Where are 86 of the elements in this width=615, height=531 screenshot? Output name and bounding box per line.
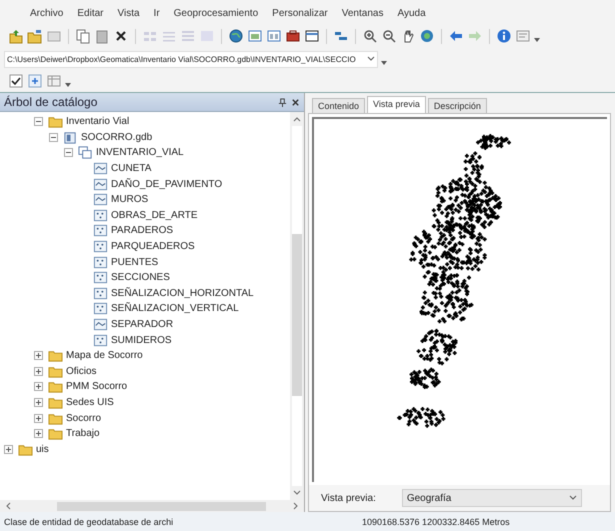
add-icon[interactable] (27, 73, 43, 89)
tree-item[interactable]: OBRAS_DE_ARTE (111, 210, 198, 221)
point-feature-class-icon (93, 332, 108, 348)
catalog-window-icon[interactable] (266, 28, 282, 44)
location-field[interactable]: C:\Users\Deiwer\Dropbox\Geomatica\Inventario Vial\SOCORRO.gdb\INVENTARIO_VIAL\SECCIO (4, 50, 378, 68)
menu-item[interactable]: Vista (117, 8, 140, 19)
expand-icon[interactable] (34, 429, 43, 438)
line-feature-class-icon (93, 176, 108, 192)
tree-item[interactable]: CUNETA (111, 163, 152, 174)
tree-item[interactable]: PUENTES (111, 256, 158, 268)
expand-icon[interactable] (34, 398, 43, 407)
panel-title: Árbol de catálogo (4, 95, 98, 109)
dropdown-icon (367, 55, 375, 63)
tree-item[interactable]: Oficios (66, 366, 97, 377)
tree-item[interactable]: DAÑO_DE_PAVIMENTO (111, 178, 222, 190)
tree-item[interactable]: PARADEROS (111, 225, 174, 236)
globe-icon[interactable] (228, 28, 244, 44)
menu-item[interactable]: Archivo (30, 8, 64, 19)
point-feature-class-icon (93, 270, 108, 286)
copy-icon[interactable] (75, 28, 91, 44)
expand-icon[interactable] (34, 382, 43, 392)
tree-item[interactable]: SEPARADOR (111, 319, 174, 330)
menu-item[interactable]: Ayuda (397, 8, 426, 19)
collapse-icon[interactable] (49, 132, 58, 142)
tree-item[interactable]: SEÑALIZACION_VERTICAL (111, 303, 239, 314)
scroll-left-icon[interactable] (4, 502, 12, 510)
map-window-icon[interactable] (247, 28, 263, 44)
line-feature-class-icon (93, 192, 108, 208)
expand-icon[interactable] (34, 351, 43, 360)
database-icon (63, 130, 78, 145)
preview-type-dropdown[interactable]: Geografía (402, 489, 582, 507)
collapse-icon[interactable] (64, 148, 73, 158)
collapse-icon[interactable] (34, 117, 43, 126)
tree-item[interactable]: INVENTARIO_VIAL (96, 147, 184, 158)
menu-item[interactable]: Editar (77, 8, 104, 19)
tree-item[interactable]: MUROS (111, 194, 148, 206)
tree-item[interactable]: PARQUEADEROS (111, 241, 195, 252)
pin-icon[interactable] (278, 98, 287, 106)
menu-item[interactable]: Personalizar (272, 8, 328, 19)
line-feature-class-icon (93, 161, 108, 176)
status-text: Clase de entidad de geodatabase de archi (3, 516, 174, 526)
toolbox-icon[interactable] (285, 28, 301, 44)
tree-item[interactable]: SUMIDEROS (111, 334, 172, 346)
check-icon[interactable] (8, 73, 24, 89)
tree-item[interactable]: SOCORRO.gdb (81, 132, 152, 143)
window-icon[interactable] (304, 28, 320, 44)
coordinates-text: 1090168.5376 1200332.8465 Metros (361, 516, 510, 526)
horizontal-scrollbar[interactable] (0, 500, 304, 512)
point-feature-class-icon (93, 239, 108, 254)
tab[interactable]: Descripción (428, 98, 487, 113)
tree-item[interactable]: Inventario Vial (66, 116, 130, 128)
menu-item[interactable]: Ventanas (342, 8, 384, 19)
line-feature-class-icon (93, 317, 108, 332)
up-folder-icon[interactable] (8, 28, 24, 44)
expand-icon[interactable] (34, 366, 43, 376)
point-feature-class-icon (93, 223, 108, 238)
tree-item[interactable]: Sedes UIS (66, 396, 114, 408)
point-feature-class-icon (93, 254, 108, 270)
menu-item[interactable]: Geoprocesamiento (174, 8, 258, 19)
tree-item[interactable]: uis (36, 444, 49, 455)
connect-folder-icon[interactable] (27, 28, 43, 44)
expand-icon[interactable] (34, 414, 43, 423)
scroll-down-icon[interactable] (293, 489, 301, 497)
point-feature-class-icon (93, 286, 108, 301)
tab[interactable]: Vista previa (367, 96, 426, 113)
point-feature-class-icon (93, 208, 108, 223)
scroll-up-icon[interactable] (293, 115, 301, 123)
feature-dataset-icon (78, 145, 93, 160)
zoom-out-icon[interactable] (381, 28, 397, 44)
preview-label: Vista previa: (321, 492, 376, 504)
tab[interactable]: Contenido (312, 98, 366, 113)
scroll-right-icon[interactable] (292, 502, 300, 510)
menu-item[interactable]: Ir (154, 8, 160, 19)
tree-item[interactable]: SECCIONES (111, 272, 170, 284)
vertical-scrollbar[interactable] (290, 112, 304, 500)
expand-icon[interactable] (4, 444, 13, 454)
tree-item[interactable]: Socorro (66, 412, 102, 424)
tree-item[interactable]: Mapa de Socorro (66, 350, 143, 362)
tree-item[interactable]: SEÑALIZACION_HORIZONTAL (111, 288, 254, 299)
info-icon[interactable] (496, 28, 512, 44)
tree-item[interactable]: Trabajo (66, 428, 100, 440)
dropdown-icon (568, 494, 577, 502)
zoom-in-icon[interactable] (362, 28, 378, 44)
point-feature-class-icon (93, 301, 108, 316)
tree-item[interactable]: PMM Socorro (66, 381, 128, 392)
close-icon[interactable] (291, 98, 300, 106)
